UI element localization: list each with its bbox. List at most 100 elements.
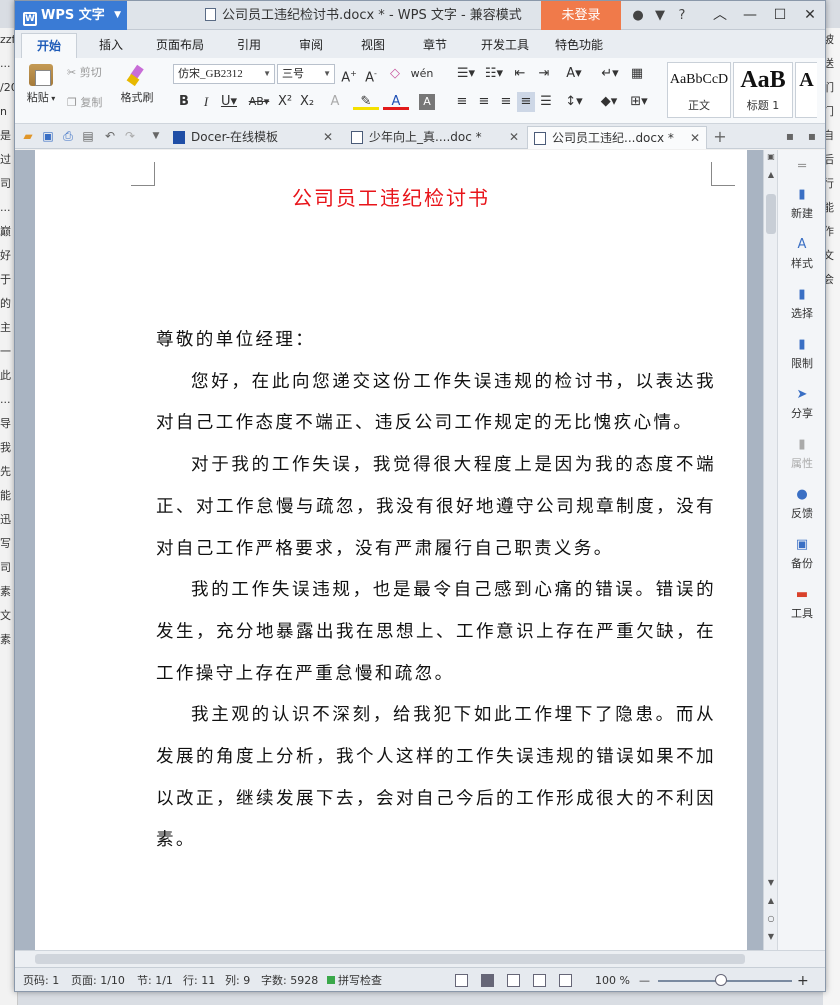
bold-icon[interactable]: B xyxy=(175,92,193,112)
scrollbar-thumb[interactable] xyxy=(35,954,745,964)
cut-button[interactable]: ✂ 剪切 xyxy=(67,64,102,80)
borders-icon[interactable]: ⊞▾ xyxy=(627,92,651,112)
highlight-icon[interactable]: ✎ xyxy=(353,92,379,110)
doc-tab-docer[interactable]: Docer-在线模板 ✕ xyxy=(167,126,339,149)
shading-fill-icon[interactable]: ◆▾ xyxy=(595,92,623,112)
task-feedback[interactable]: ● 反馈 xyxy=(778,488,825,521)
outline-view-icon[interactable] xyxy=(507,974,520,987)
numbering-icon[interactable]: ☷▾ xyxy=(481,64,507,84)
line-spacing-icon[interactable]: ↕▾ xyxy=(561,92,587,112)
phonetic-icon[interactable]: wén xyxy=(409,64,435,84)
zoom-level[interactable]: 100 % xyxy=(595,968,630,991)
quick-access-dropdown-icon[interactable]: ▼ xyxy=(147,124,165,149)
new-tab-icon[interactable]: + xyxy=(711,124,729,149)
save-icon[interactable]: ▣ xyxy=(39,124,57,149)
style-heading-1[interactable]: AaB 标题 1 xyxy=(733,62,793,118)
font-size-select[interactable]: 三号 ▼ xyxy=(277,64,335,84)
scroll-up-icon[interactable]: ▲ xyxy=(764,170,778,179)
close-button[interactable]: ✕ xyxy=(795,1,825,30)
tab-home[interactable]: 开始 xyxy=(21,33,77,58)
style-normal[interactable]: AaBbCcD 正文 xyxy=(667,62,731,118)
zoom-slider-handle[interactable] xyxy=(715,974,727,986)
document-body[interactable]: 尊敬的单位经理： 您好，在此向您递交这份工作失误违规的检讨书，以表达我对自己工作… xyxy=(156,320,716,862)
shirt-icon[interactable]: ▼ xyxy=(649,1,671,30)
doc-tab-active[interactable]: 公司员工违纪...docx * ✕ xyxy=(527,126,707,149)
horizontal-scrollbar[interactable] xyxy=(15,950,825,967)
web-view-icon[interactable] xyxy=(533,974,546,987)
app-menu-button[interactable]: W WPS 文字 ▼ xyxy=(15,1,127,30)
document-canvas[interactable]: 公司员工违纪检讨书 尊敬的单位经理： 您好，在此向您递交这份工作失误违规的检讨书… xyxy=(15,150,763,950)
page-view-icon[interactable] xyxy=(481,974,494,987)
tab-view[interactable]: 视图 xyxy=(351,33,395,58)
task-properties[interactable]: ▮ 属性 xyxy=(778,438,825,471)
task-new[interactable]: ▮ 新建 xyxy=(778,188,825,221)
tab-menu-icon[interactable]: ▪ xyxy=(803,124,821,149)
open-folder-icon[interactable]: ▰ xyxy=(19,124,37,149)
underline-icon[interactable]: U▾ xyxy=(217,92,241,112)
task-styles[interactable]: A 样式 xyxy=(778,238,825,271)
help-button[interactable]: ? xyxy=(671,1,693,30)
shrink-font-icon[interactable]: A- xyxy=(361,64,381,85)
prev-page-icon[interactable]: ▲ xyxy=(764,896,778,905)
increase-indent-icon[interactable]: ⇥ xyxy=(535,64,553,84)
subscript-icon[interactable]: X₂ xyxy=(297,92,317,112)
close-icon[interactable]: ✕ xyxy=(509,126,519,148)
zoom-in-icon[interactable]: + xyxy=(797,968,809,991)
status-word-count[interactable]: 字数: 5928 xyxy=(261,968,318,991)
maximize-button[interactable]: ☐ xyxy=(765,1,795,30)
font-name-select[interactable]: 仿宋_GB2312 ▼ xyxy=(173,64,275,84)
print-icon[interactable]: ⎙ xyxy=(59,124,77,149)
next-page-icon[interactable]: ▼ xyxy=(764,932,778,941)
redo-icon[interactable]: ↷ xyxy=(121,124,139,149)
tab-chapter[interactable]: 章节 xyxy=(413,33,457,58)
text-effect-icon[interactable]: A xyxy=(325,92,345,112)
bullets-icon[interactable]: ☰▾ xyxy=(453,64,479,84)
tab-review[interactable]: 审阅 xyxy=(289,33,333,58)
select-browse-icon[interactable]: ○ xyxy=(764,914,778,923)
close-icon[interactable]: ✕ xyxy=(690,127,700,149)
tab-page-layout[interactable]: 页面布局 xyxy=(149,33,211,58)
line-break-icon[interactable]: ↵▾ xyxy=(597,64,623,84)
undo-icon[interactable]: ↶ xyxy=(101,124,119,149)
justify-icon[interactable]: ≡ xyxy=(517,92,535,112)
close-icon[interactable]: ✕ xyxy=(323,126,333,148)
italic-icon[interactable]: I xyxy=(197,92,215,112)
scrollbar-thumb[interactable] xyxy=(766,194,776,234)
tab-list-icon[interactable]: ▪ xyxy=(781,124,799,149)
spell-check-toggle[interactable]: 拼写检查 xyxy=(327,968,382,991)
task-select[interactable]: ▮ 选择 xyxy=(778,288,825,321)
grow-font-icon[interactable]: A+ xyxy=(339,64,359,85)
font-color-icon[interactable]: A xyxy=(383,92,409,110)
split-view-icon[interactable]: ▣ xyxy=(764,152,778,161)
decrease-indent-icon[interactable]: ⇤ xyxy=(511,64,529,84)
distribute-icon[interactable]: ☰ xyxy=(537,92,555,112)
align-left-icon[interactable]: ≡ xyxy=(453,92,471,112)
align-right-icon[interactable]: ≡ xyxy=(497,92,515,112)
full-screen-view-icon[interactable] xyxy=(455,974,468,987)
task-restrict[interactable]: ▮ 限制 xyxy=(778,338,825,371)
vertical-scrollbar[interactable]: ▣ ▲ ▼ ▲ ○ ▼ xyxy=(763,150,777,950)
align-center-icon[interactable]: ≡ xyxy=(475,92,493,112)
task-pane-toggle[interactable]: ═ xyxy=(778,160,825,177)
zoom-out-icon[interactable]: — xyxy=(639,968,650,991)
table-icon[interactable]: ▦ xyxy=(627,64,647,84)
reading-view-icon[interactable] xyxy=(559,974,572,987)
char-shading-icon[interactable]: A xyxy=(419,94,435,110)
scroll-down-icon[interactable]: ▼ xyxy=(764,878,778,887)
superscript-icon[interactable]: X² xyxy=(275,92,295,112)
minimize-button[interactable]: — xyxy=(735,1,765,30)
style-heading-2[interactable]: A xyxy=(795,62,817,118)
task-share[interactable]: ➤ 分享 xyxy=(778,388,825,421)
tab-featured[interactable]: 特色功能 xyxy=(549,33,609,58)
copy-button[interactable]: ❐ 复制 xyxy=(67,94,102,110)
tab-references[interactable]: 引用 xyxy=(227,33,271,58)
print-preview-icon[interactable]: ▤ xyxy=(79,124,97,149)
paste-button[interactable]: 粘贴 ▾ xyxy=(21,64,61,105)
collapse-ribbon-icon[interactable]: ︿ xyxy=(705,1,735,30)
change-case-icon[interactable]: A▾ xyxy=(561,64,587,84)
document-page[interactable]: 公司员工违纪检讨书 尊敬的单位经理： 您好，在此向您递交这份工作失误违规的检讨书… xyxy=(35,150,747,950)
skin-icon[interactable]: ● xyxy=(627,1,649,30)
tab-developer-tools[interactable]: 开发工具 xyxy=(475,33,535,58)
tab-insert[interactable]: 插入 xyxy=(89,33,133,58)
strikethrough-icon[interactable]: AB▾ xyxy=(245,92,273,112)
